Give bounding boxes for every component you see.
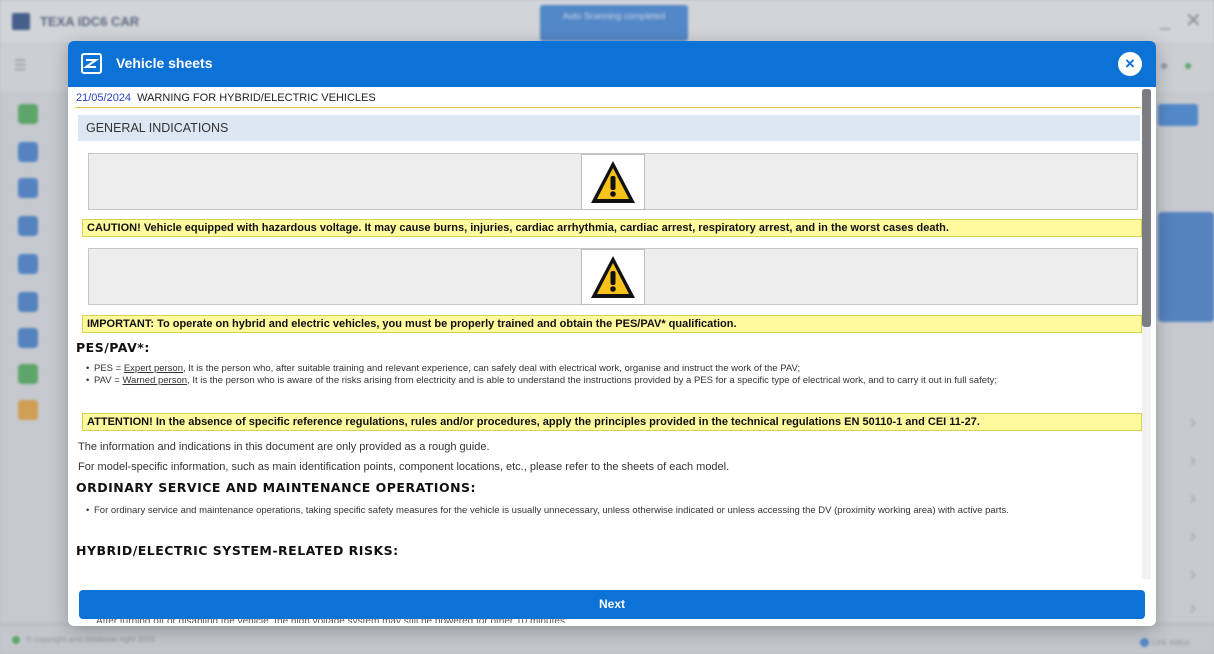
list-item: PES = Expert person, It is the person wh…: [86, 363, 1146, 374]
ordinary-service-heading: ORDINARY SERVICE AND MAINTENANCE OPERATI…: [76, 480, 477, 495]
warning-triangle-icon: [591, 256, 635, 298]
caution-text: CAUTION! Vehicle equipped with hazardous…: [82, 219, 1142, 237]
general-indications-heading: GENERAL INDICATIONS: [78, 115, 1140, 141]
warning-icon-frame: [581, 249, 645, 305]
dialog-title: Vehicle sheets: [116, 55, 213, 71]
next-button[interactable]: Next: [79, 590, 1145, 619]
close-button[interactable]: ×: [1118, 52, 1142, 76]
info-paragraph: For model-specific information, such as …: [78, 461, 730, 473]
vehicle-sheets-icon: [81, 53, 102, 74]
hybrid-risks-heading: HYBRID/ELECTRIC SYSTEM-RELATED RISKS:: [76, 543, 399, 558]
list-item: PAV = Warned person, It is the person wh…: [86, 375, 1146, 386]
document-header: 21/05/2024 WARNING FOR HYBRID/ELECTRIC V…: [75, 92, 1141, 108]
document-content: 21/05/2024 WARNING FOR HYBRID/ELECTRIC V…: [74, 87, 1146, 623]
warning-box: [88, 248, 1138, 305]
warning-box: [88, 153, 1138, 210]
vehicle-sheets-dialog: Vehicle sheets × 21/05/2024 WARNING FOR …: [68, 41, 1156, 626]
pes-pav-list: PES = Expert person, It is the person wh…: [86, 363, 1146, 387]
info-paragraph: The information and indications in this …: [78, 441, 490, 453]
warning-icon-frame: [581, 154, 645, 210]
attention-text: ATTENTION! In the absence of specific re…: [82, 413, 1142, 431]
document-date: 21/05/2024: [76, 92, 132, 104]
dialog-header: Vehicle sheets ×: [68, 41, 1156, 87]
ordinary-service-list: For ordinary service and maintenance ope…: [86, 505, 1146, 517]
pes-pav-heading: PES/PAV*:: [76, 340, 150, 355]
list-item: For ordinary service and maintenance ope…: [86, 505, 1146, 516]
close-icon: ×: [1125, 54, 1135, 73]
important-text: IMPORTANT: To operate on hybrid and elec…: [82, 315, 1142, 333]
document-title: WARNING FOR HYBRID/ELECTRIC VEHICLES: [137, 92, 376, 104]
warning-triangle-icon: [591, 161, 635, 203]
